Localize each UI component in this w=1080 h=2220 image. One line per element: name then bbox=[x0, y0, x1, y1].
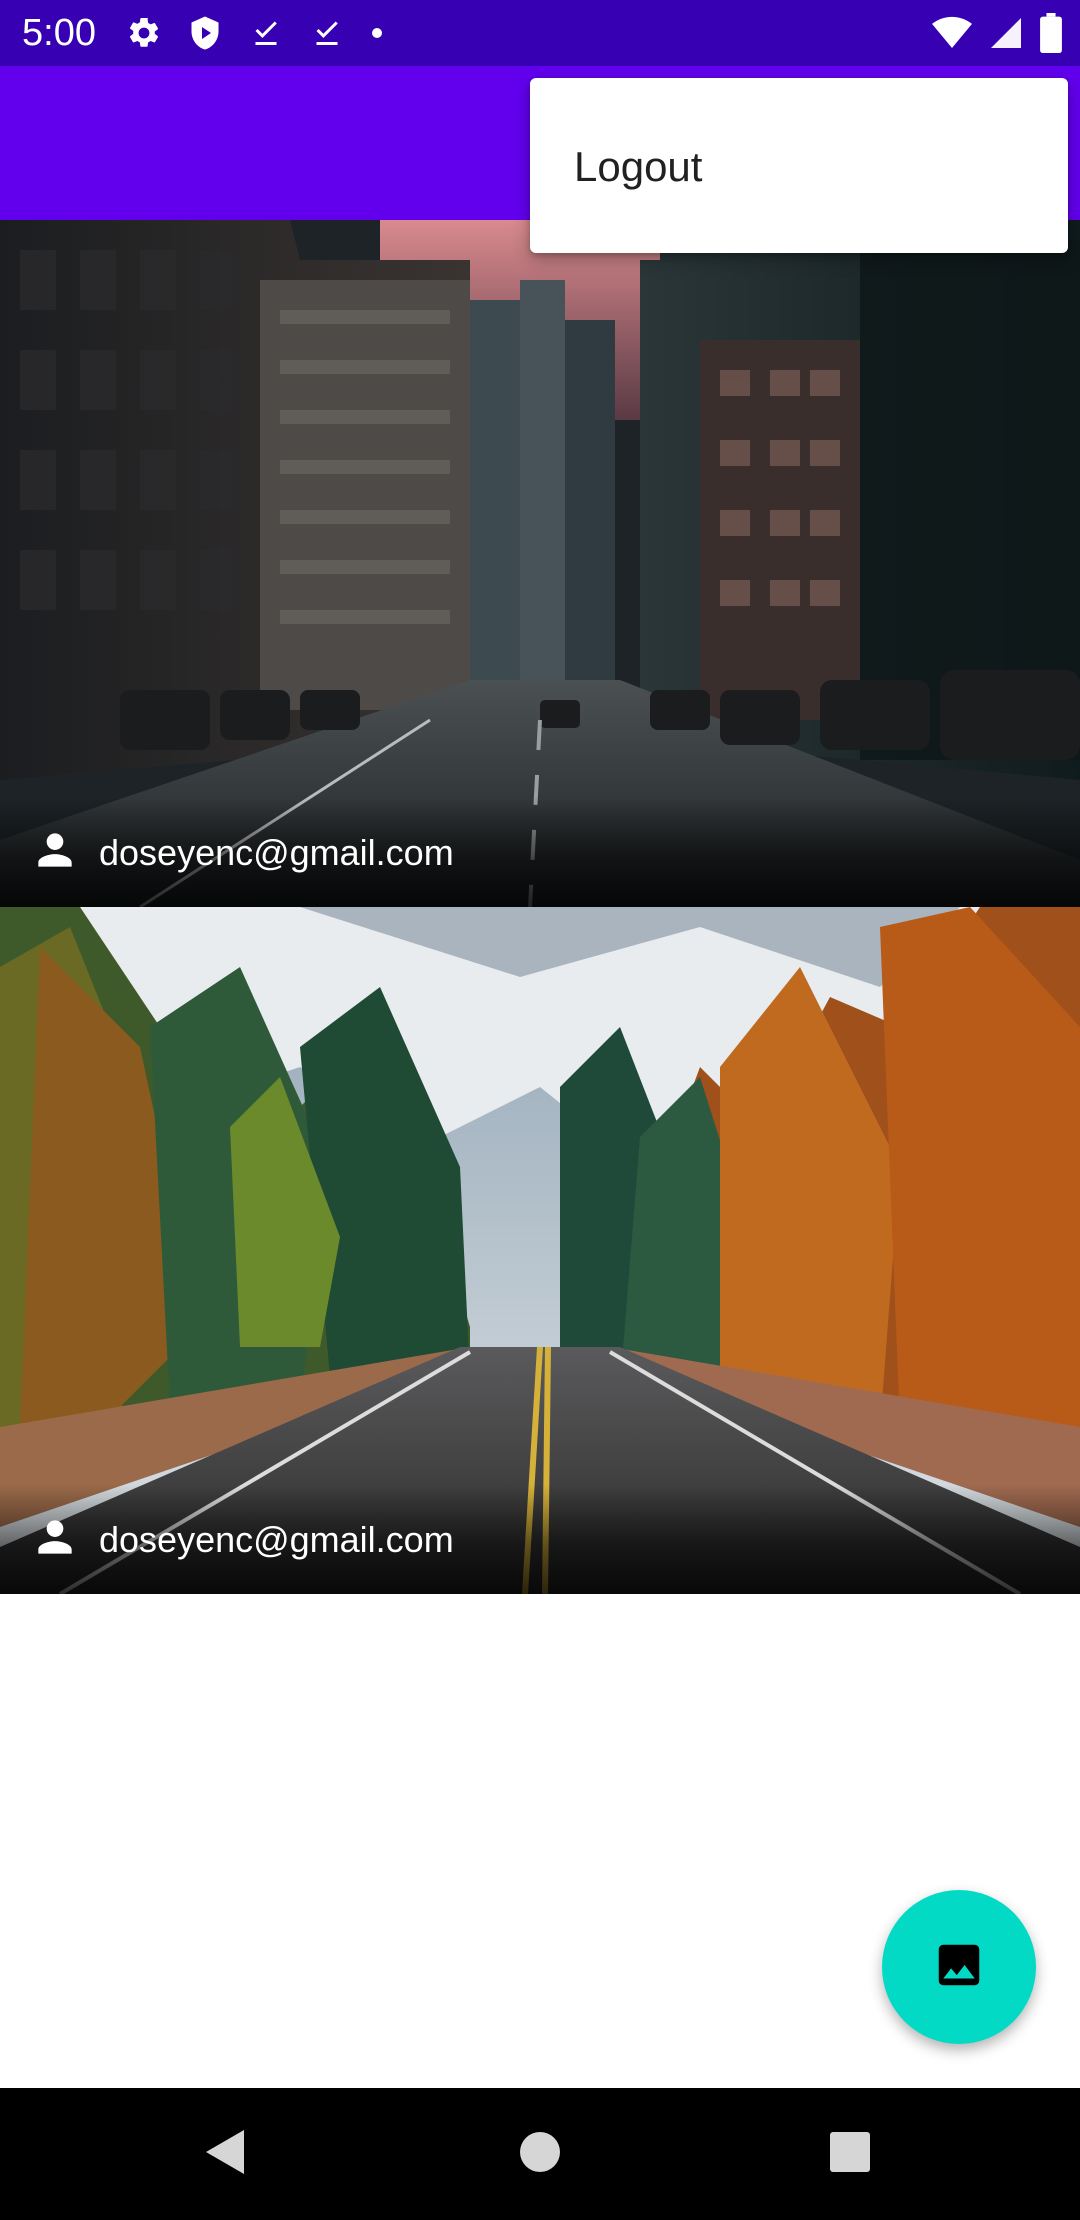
post-footer: doseyenc@gmail.com bbox=[0, 797, 1080, 907]
user-icon bbox=[30, 1512, 80, 1562]
status-bar: 5:00 bbox=[0, 0, 1080, 66]
status-icons-right bbox=[916, 12, 1062, 54]
post-card[interactable]: doseyenc@gmail.com bbox=[0, 907, 1080, 1594]
signal-icon bbox=[988, 15, 1024, 51]
dot-icon bbox=[370, 26, 384, 40]
add-image-fab[interactable] bbox=[882, 1890, 1036, 2044]
shield-icon bbox=[187, 15, 223, 51]
post-card[interactable]: doseyenc@gmail.com bbox=[0, 220, 1080, 907]
back-button[interactable] bbox=[136, 2088, 316, 2220]
home-icon bbox=[519, 2131, 561, 2177]
settings-icon bbox=[126, 15, 162, 51]
battery-icon bbox=[1040, 13, 1062, 53]
screen: 5:00 doseyenc@gmail.com doseyenc@gmail.c… bbox=[0, 0, 1080, 2220]
post-footer: doseyenc@gmail.com bbox=[0, 1484, 1080, 1594]
post-user-email: doseyenc@gmail.com bbox=[99, 832, 454, 873]
user-icon bbox=[30, 825, 80, 875]
navigation-bar bbox=[0, 2088, 1080, 2220]
overflow-menu: Logout bbox=[530, 78, 1068, 253]
wifi-icon bbox=[932, 15, 972, 51]
menu-item-logout[interactable]: Logout bbox=[530, 78, 1068, 253]
recents-icon bbox=[829, 2131, 871, 2177]
status-time: 5:00 bbox=[22, 12, 96, 54]
download-done-icon bbox=[248, 15, 284, 51]
back-icon bbox=[204, 2128, 248, 2180]
recents-button[interactable] bbox=[760, 2088, 940, 2220]
post-feed[interactable]: doseyenc@gmail.com doseyenc@gmail.com bbox=[0, 220, 1080, 1594]
image-icon bbox=[932, 1938, 986, 1996]
download-done-icon bbox=[309, 15, 345, 51]
home-button[interactable] bbox=[450, 2088, 630, 2220]
post-user-email: doseyenc@gmail.com bbox=[99, 1519, 454, 1560]
status-icons-left bbox=[126, 12, 409, 54]
menu-item-label: Logout bbox=[574, 143, 703, 190]
